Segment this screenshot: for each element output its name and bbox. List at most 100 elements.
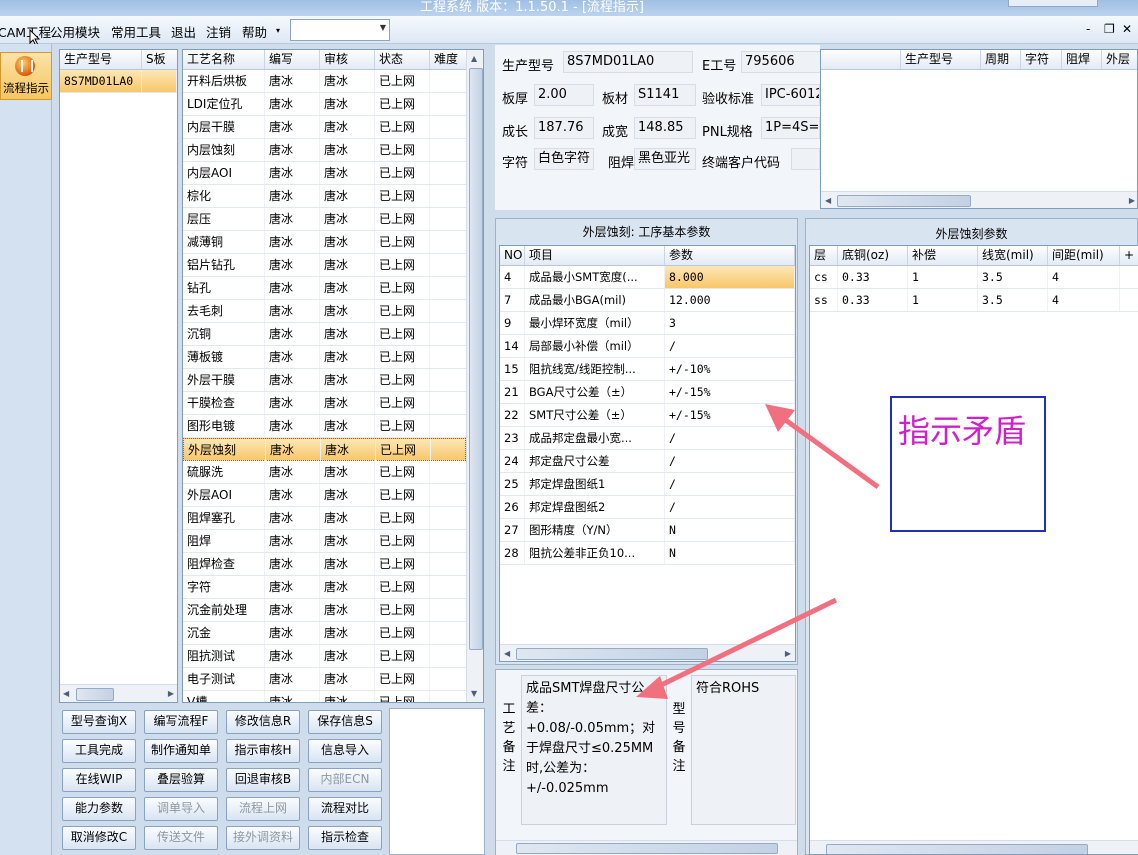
params-hscroll[interactable]: ◀ ▶ (500, 644, 795, 661)
table-row[interactable]: cs 0.33 1 3.5 4 (810, 266, 1138, 289)
customer-field[interactable] (791, 148, 820, 170)
table-row[interactable]: 27 图形精度（Y/N） N (500, 519, 795, 542)
table-row[interactable]: 内层蚀刻 唐冰 唐冰 已上网 (183, 139, 467, 162)
table-row[interactable]: 外层AOI 唐冰 唐冰 已上网 (183, 484, 467, 507)
table-row[interactable]: 薄板镀 唐冰 唐冰 已上网 (183, 346, 467, 369)
action-button-2[interactable]: 编写流程F (144, 710, 218, 734)
menu-cam[interactable]: CAM工程 (0, 22, 51, 41)
menu-common-tools[interactable]: 常用工具 (111, 22, 161, 41)
action-button-1[interactable]: 型号查询X (62, 710, 136, 734)
action-button-9[interactable]: 在线WIP (62, 768, 136, 792)
table-row[interactable]: 沉金 唐冰 唐冰 已上网 (183, 622, 467, 645)
model-list-hscroll[interactable]: ◀ ▶ (60, 684, 177, 702)
length-field[interactable]: 187.76 (534, 117, 594, 139)
col-header-process-name[interactable]: 工艺名称 (183, 50, 265, 69)
table-row[interactable]: 干膜检查 唐冰 唐冰 已上网 (183, 392, 467, 415)
action-button-16[interactable]: 流程对比 (308, 797, 382, 821)
param-cell[interactable]: / (665, 335, 795, 357)
table-row[interactable]: 26 邦定焊盘图纸2/ (500, 496, 795, 519)
table-row[interactable]: 铝片钻孔 唐冰 唐冰 已上网 (183, 254, 467, 277)
scroll-thumb[interactable] (516, 843, 778, 854)
col-header-model[interactable]: 生产型号 (901, 50, 981, 69)
action-button-13[interactable]: 能力参数 (62, 797, 136, 821)
col-header-cycle[interactable]: 周期 (981, 50, 1021, 69)
notes-hscroll[interactable] (496, 840, 797, 855)
action-button-10[interactable]: 叠层验算 (144, 768, 218, 792)
action-button-5[interactable]: 工具完成 (62, 739, 136, 763)
col-header-layer[interactable]: 层 (810, 246, 838, 265)
col-header-model[interactable]: 生产型号 (60, 50, 142, 69)
table-row[interactable]: V槽 唐冰 唐冰 已上网 (183, 691, 467, 702)
menu-logout[interactable]: 注销 (206, 22, 231, 41)
col-header-no[interactable]: NO (500, 246, 525, 265)
table-row[interactable]: 23 成品邦定盘最小宽... / (500, 427, 795, 450)
col-header-item[interactable]: 项目 (525, 246, 665, 265)
table-row[interactable]: 外层干膜 唐冰 唐冰 已上网 (183, 369, 467, 392)
table-row[interactable]: 阻焊塞孔 唐冰 唐冰 已上网 (183, 507, 467, 530)
chevron-down-icon[interactable]: ▼ (380, 23, 386, 32)
table-row[interactable]: 阻焊检查 唐冰 唐冰 已上网 (183, 553, 467, 576)
table-row[interactable]: 内层AOI 唐冰 唐冰 已上网 (183, 162, 467, 185)
param-cell[interactable]: +/-15% (665, 404, 795, 426)
col-header-difficulty[interactable]: 难度 (430, 50, 467, 69)
table-row[interactable]: 硫脲洗 唐冰 唐冰 已上网 (183, 461, 467, 484)
thickness-field[interactable]: 2.00 (534, 84, 594, 106)
action-button-12[interactable]: 内部ECN (308, 768, 382, 792)
mdi-minimize-button[interactable]: - (1086, 22, 1090, 36)
table-row[interactable]: 4 成品最小SMT宽度(... 8.000 (500, 266, 795, 289)
pnl-field[interactable]: 1P=4S=6 (761, 117, 820, 139)
action-button-11[interactable]: 回退审核B (226, 768, 300, 792)
param-cell[interactable]: 12.000 (665, 289, 795, 311)
summary-hscroll[interactable]: ◀ ▶ (821, 191, 1137, 208)
char-field[interactable]: 白色字符 (534, 148, 594, 170)
col-header-compensation[interactable]: 补偿 (908, 246, 978, 265)
action-button-14[interactable]: 调单导入 (144, 797, 218, 821)
mdi-restore-button[interactable]: ❐ (1104, 22, 1115, 36)
table-row[interactable]: 24 邦定盘尺寸公差 / (500, 450, 795, 473)
table-row[interactable]: 阻焊 唐冰 唐冰 已上网 (183, 530, 467, 553)
table-row[interactable]: 8S7MD01LA0 (60, 70, 177, 93)
action-button-17[interactable]: 取消修改C (62, 826, 136, 850)
table-row[interactable]: 沉金前处理 唐冰 唐冰 已上网 (183, 599, 467, 622)
table-row[interactable]: 阻抗测试 唐冰 唐冰 已上网 (183, 645, 467, 668)
col-header-s-board[interactable]: S板 (142, 50, 177, 69)
action-button-4[interactable]: 保存信息S (308, 710, 382, 734)
col-header-char[interactable]: 字符 (1021, 50, 1062, 69)
flow-instruction-button[interactable]: 流程指示 (0, 52, 52, 100)
table-row[interactable]: 电子测试 唐冰 唐冰 已上网 (183, 668, 467, 691)
menu-combo-box[interactable]: ▼ (290, 19, 390, 41)
col-header-base-copper[interactable]: 底铜(oz) (838, 246, 908, 265)
material-field[interactable]: S1141 (634, 84, 696, 106)
table-row[interactable]: 减薄铜 唐冰 唐冰 已上网 (183, 231, 467, 254)
table-row[interactable]: 钻孔 唐冰 唐冰 已上网 (183, 277, 467, 300)
table-row[interactable]: 9 最小焊环宽度（mil） 3 (500, 312, 795, 335)
table-row[interactable]: ss 0.33 1 3.5 4 (810, 289, 1138, 312)
table-row[interactable]: 28 阻抗公差非正负10... N (500, 542, 795, 565)
mask-field[interactable]: 黑色亚光 (634, 148, 696, 170)
col-header-more[interactable]: + (1120, 246, 1138, 265)
col-header-spacing[interactable]: 间距(mil) (1048, 246, 1120, 265)
col-header-status[interactable]: 状态 (375, 50, 430, 69)
menu-public-modules[interactable]: 公用模块 (50, 22, 100, 41)
table-row[interactable]: 开料后烘板 唐冰 唐冰 已上网 (183, 70, 467, 93)
scroll-thumb[interactable] (826, 844, 1088, 854)
process-list-vscroll[interactable]: ▲ ▼ (466, 50, 483, 702)
table-row[interactable]: 图形电镀 唐冰 唐冰 已上网 (183, 415, 467, 438)
table-row[interactable]: 层压 唐冰 唐冰 已上网 (183, 208, 467, 231)
param-cell[interactable]: / (665, 496, 795, 518)
param-cell[interactable]: / (665, 473, 795, 495)
menu-help[interactable]: 帮助 (242, 22, 267, 41)
table-row[interactable]: 沉铜 唐冰 唐冰 已上网 (183, 323, 467, 346)
table-row[interactable]: 21 BGA尺寸公差（±） +/-15% (500, 381, 795, 404)
action-button-18[interactable]: 传送文件 (144, 826, 218, 850)
col-header-reviewer[interactable]: 审核 (320, 50, 375, 69)
table-row[interactable]: 22 SMT尺寸公差（±） +/-15% (500, 404, 795, 427)
table-row[interactable]: 14 局部最小补偿（mil） / (500, 335, 795, 358)
table-row[interactable]: LDI定位孔 唐冰 唐冰 已上网 (183, 93, 467, 116)
etch-hscroll[interactable] (810, 840, 1138, 854)
action-button-8[interactable]: 信息导入 (308, 739, 382, 763)
scroll-thumb[interactable] (76, 688, 114, 701)
param-cell[interactable]: N (665, 519, 795, 541)
mdi-close-button[interactable]: ✕ (1122, 22, 1132, 36)
param-cell[interactable]: N (665, 542, 795, 564)
